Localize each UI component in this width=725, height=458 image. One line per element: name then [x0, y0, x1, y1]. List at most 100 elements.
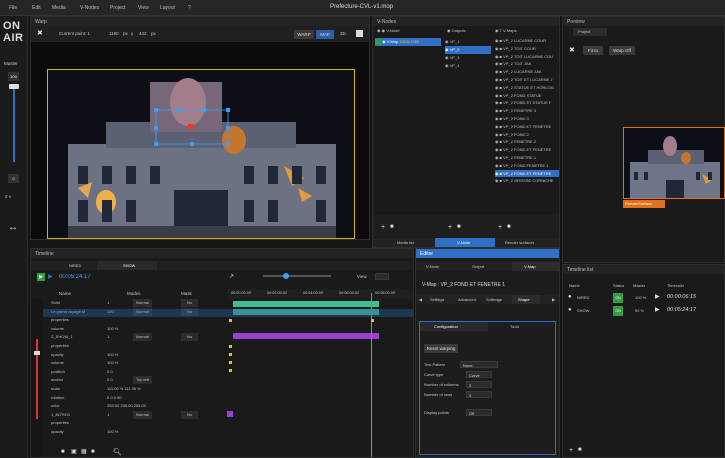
output-item[interactable]: ◉ VP_3 — [445, 54, 491, 62]
row-mode-select[interactable]: Normal — [133, 299, 152, 307]
row-value[interactable]: 100 % — [107, 325, 118, 333]
timeline-row[interactable]: anchor 0 0 Top left — [47, 376, 231, 385]
menu-file[interactable]: File — [9, 5, 17, 11]
menu-view[interactable]: View — [138, 5, 149, 11]
tl-row-status[interactable]: ON — [613, 306, 623, 316]
row-value[interactable]: 255.00 255.00 255.00 — [107, 402, 146, 410]
time-ruler[interactable]: 00:00:00:00 00:02:00:00 00:04:00:00 00:0… — [227, 289, 413, 299]
row-value[interactable]: 1 — [107, 333, 109, 341]
search-icon[interactable]: 🔍︎ — [113, 449, 122, 456]
vmap-item[interactable]: ◉ ■ VP_2 FOND 3 — [495, 115, 559, 123]
timecode[interactable]: 00:05:24:17 — [59, 274, 91, 280]
timeline-row[interactable]: scale 111.06 % 111.06 % — [47, 385, 231, 393]
tl-row-show[interactable]: ● SHOW ON 92 % ▶ 00:05:24:17 — [563, 305, 724, 317]
vmap-item[interactable]: ◉ ■ VP_2 STATUE ET HORLOG — [495, 84, 559, 92]
timeline-row[interactable]: volume 100 % — [47, 359, 231, 367]
test-pattern-select[interactable]: None — [460, 361, 498, 368]
row-value[interactable]: 111.06 % 111.06 % — [107, 385, 141, 393]
vmap-item[interactable]: ◉ ■ VP_2 FOND ET FENETRE — [495, 169, 559, 178]
vmap-item[interactable]: ◉ ■ VP_2 LUCARNE JAK — [495, 68, 559, 76]
timeline-row[interactable]: Z_SHOW_1 1 Normal No — [47, 333, 231, 342]
map-button[interactable]: MAP — [316, 30, 334, 39]
warp-button[interactable]: WARP — [294, 30, 314, 39]
vmap-item[interactable]: ◉ ■ VP_2 FOND ET FENETRE — [495, 123, 559, 131]
master-fader-handle[interactable] — [9, 84, 19, 89]
row-mask-select[interactable]: No — [181, 333, 199, 342]
row-value[interactable]: 100 % — [107, 351, 118, 359]
keyframe[interactable] — [371, 319, 374, 322]
vmap-item[interactable]: ◉ ■ VP_2 FENETRE 2 — [495, 138, 559, 146]
vmap-item[interactable]: ◉ ■ VP_2 LUCARNE COUR — [495, 37, 559, 45]
rows-stepper[interactable]: 3 — [466, 391, 492, 398]
vmap-item[interactable]: ◉ ■ VP_2 TOIT LUCARNE COU — [495, 53, 559, 61]
display-points-select[interactable]: Off — [466, 409, 492, 416]
add-icon[interactable]: + — [381, 224, 385, 231]
config-tab[interactable]: Configuration — [434, 324, 458, 329]
editor-tab-vnode[interactable]: V-Node — [426, 264, 439, 269]
timeline-row[interactable]: volume 100 % — [47, 325, 231, 333]
menu-help[interactable]: ? — [188, 5, 191, 11]
subtab-settings[interactable]: Settings — [430, 297, 444, 302]
grid-icon[interactable]: ▦ — [81, 449, 87, 456]
master-fader-track[interactable] — [13, 84, 15, 162]
vmap-item[interactable]: ◉ ■ VP_2 GROSSE CORNICHE — [495, 177, 559, 185]
timeline-row[interactable]: 1_INTRO1 1 Normal No — [47, 410, 231, 419]
view-select[interactable] — [375, 273, 389, 280]
row-value[interactable]: 0 0 — [107, 368, 113, 376]
preview-canvas[interactable] — [623, 127, 725, 199]
subtab-shape[interactable]: Shape — [518, 297, 530, 302]
zoom-slider-handle[interactable] — [283, 273, 289, 279]
vmap-item[interactable]: ◉ ■ VP_2 FOND FENETRE 1 — [495, 162, 559, 170]
color-swatch[interactable] — [356, 30, 363, 37]
trash-icon[interactable]: ■ — [390, 224, 394, 231]
x-value[interactable]: 1190 — [109, 31, 119, 36]
crosshair-preview-icon[interactable]: ✖ — [569, 47, 575, 54]
columns-stepper[interactable]: 3 — [466, 381, 492, 388]
timeline-row[interactable]: Solid 1 Normal No — [47, 299, 231, 307]
tab-render-surfaces[interactable]: Render surfaces — [505, 240, 534, 245]
timeline-row[interactable]: properties — [47, 316, 231, 324]
zoom-slider-track[interactable] — [263, 275, 331, 277]
row-mode-select[interactable]: Normal — [133, 333, 152, 342]
add-timeline-icon[interactable]: + — [569, 447, 573, 454]
row-mask-select[interactable]: No — [181, 299, 199, 307]
menu-vnodes[interactable]: V-Nodes — [80, 5, 99, 11]
row-value[interactable]: 1 — [107, 299, 109, 307]
play-button[interactable]: ▶ — [37, 273, 45, 281]
output-item[interactable]: ◉ VP_1 — [445, 38, 491, 46]
row-value[interactable]: 0 0 0.00 — [107, 394, 121, 402]
tab-vnode[interactable]: V-Node — [457, 240, 470, 245]
output-item[interactable]: ◉ VP_4 — [445, 62, 491, 70]
3d-toggle[interactable]: 3D — [340, 31, 346, 36]
trash-vmap-icon[interactable]: ■ — [507, 224, 511, 231]
row-mask-select[interactable]: No — [181, 410, 199, 419]
vmap-item[interactable]: ◉ ■ VP_2 FENETRE 3 — [495, 107, 559, 115]
row-value[interactable]: 100 % — [107, 428, 118, 436]
timeline-row[interactable]: properties — [47, 419, 231, 427]
subtabs-next-icon[interactable]: ▶ — [552, 297, 555, 302]
vmap-item[interactable]: ◉ ■ VP_2 TOIT JAK — [495, 60, 559, 68]
subtab-softedge[interactable]: Softedge — [486, 297, 502, 302]
tools-tab[interactable]: Tools — [510, 324, 519, 329]
subtabs-prev-icon[interactable]: ◀ — [419, 297, 422, 302]
tl-row-play-icon[interactable]: ▶ — [655, 307, 660, 314]
fit-to-button[interactable]: Fit to — [583, 46, 603, 55]
menu-layout[interactable]: Layout — [160, 5, 175, 11]
timeline-row[interactable]: rotation 0 0 0.00 — [47, 394, 231, 402]
play-icon[interactable]: ▶ — [48, 274, 53, 281]
row-value[interactable]: 0 0 — [107, 376, 113, 384]
row-mode-select[interactable]: Top left — [133, 376, 152, 385]
speed-label[interactable]: 2 x — [5, 194, 11, 199]
crosshair-icon[interactable]: ✖ — [37, 30, 43, 37]
editor-tab-output[interactable]: Output — [472, 264, 484, 269]
add-output-icon[interactable]: + — [448, 224, 452, 231]
link-icon[interactable]: ↔ — [8, 223, 18, 233]
warp-canvas[interactable] — [47, 69, 355, 239]
vnode-row[interactable]: ◉ V-Map 1920x1080 — [375, 38, 441, 46]
vmap-item[interactable]: ◉ ■ VP_2 FOND ET FENETRE — [495, 146, 559, 154]
vmap-item[interactable]: ◉ ■ VP_2 TOIT ET LUCARNE J — [495, 76, 559, 84]
timeline-row[interactable]: properties — [47, 342, 231, 350]
row-value[interactable]: 100 % — [107, 359, 118, 367]
playhead[interactable] — [371, 293, 372, 457]
y-value[interactable]: 443 — [139, 31, 147, 36]
